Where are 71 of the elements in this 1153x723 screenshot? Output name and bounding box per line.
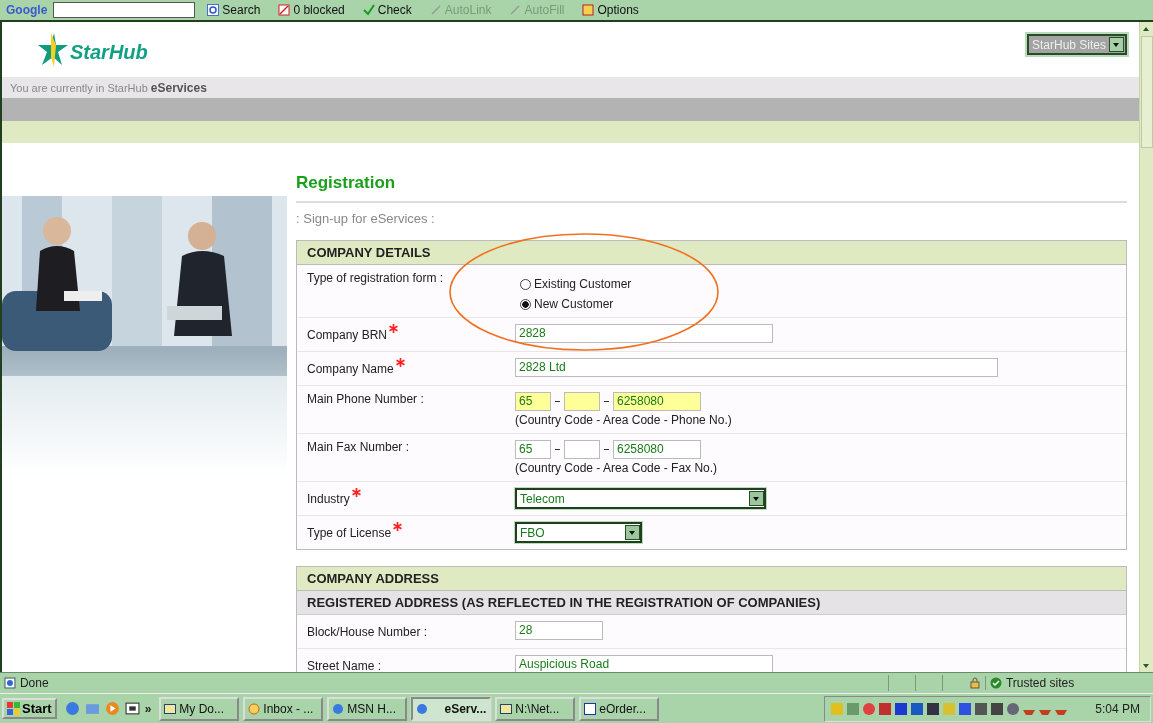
dropdown-field[interactable]: Telecom — [515, 488, 766, 509]
start-button[interactable]: Start — [2, 698, 57, 719]
breadcrumb-text: You are currently in StarHub eServices — [10, 80, 207, 95]
taskbar-button[interactable]: MSN H... — [327, 696, 408, 721]
scroll-thumb[interactable] — [1141, 36, 1153, 148]
field-label: Company Name — [307, 361, 394, 376]
radio-button[interactable] — [520, 298, 531, 310]
desktop-icon[interactable] — [124, 701, 140, 716]
taskbar-button[interactable]: N:\Net... — [495, 696, 576, 721]
search-icon — [207, 4, 220, 16]
text-field[interactable] — [564, 392, 600, 411]
star-icon — [38, 32, 68, 67]
text-field[interactable]: 6258080 — [613, 392, 701, 411]
field-label: Type of registration form : — [307, 271, 444, 285]
lock-icon — [969, 677, 981, 689]
taskbar-button[interactable]: eOrder... — [579, 696, 660, 721]
text-field[interactable]: 65 — [515, 440, 551, 459]
more-button[interactable]: » — [144, 701, 152, 716]
toolbar-button[interactable]: Options — [576, 3, 645, 17]
section-header: COMPANY ADDRESS — [297, 567, 1126, 591]
text-field[interactable]: 6258080 — [613, 440, 701, 459]
folder-icon — [164, 702, 177, 715]
globe-icon — [332, 702, 345, 715]
clock: 5:04 PM — [1095, 701, 1140, 716]
dropdown-field[interactable]: FBO — [515, 522, 642, 543]
starhub-logo[interactable]: StarHub — [38, 32, 148, 67]
folder-icon — [500, 702, 513, 715]
field-label: Main Fax Number : — [307, 440, 410, 454]
options-icon — [582, 4, 595, 16]
text-field[interactable]: 28 — [515, 621, 603, 640]
toolbar-button[interactable]: Search — [201, 3, 267, 17]
browser-icon[interactable] — [64, 701, 80, 716]
page-title: Registration — [296, 173, 1127, 203]
radio-label[interactable]: Existing Customer — [534, 277, 632, 291]
clock-icon — [248, 702, 261, 715]
status-text: Done — [19, 676, 50, 690]
field-label: Main Phone Number : — [307, 392, 424, 406]
document-icon — [584, 702, 597, 715]
scrollbar[interactable] — [1139, 22, 1153, 672]
page-subtitle: : Sign-up for eServices : — [296, 211, 435, 226]
radio-label[interactable]: New Customer — [534, 297, 614, 311]
field-label: Company BRN — [307, 327, 388, 342]
text-field[interactable]: Auspicious Road — [515, 655, 773, 672]
security-zone: Trusted sites — [1006, 676, 1075, 690]
field-label: Type of License — [307, 525, 392, 540]
field-label: Block/House Number : — [307, 624, 428, 639]
blocked-window-icon — [278, 4, 291, 16]
check-circle-icon — [990, 677, 1002, 689]
radio-button[interactable] — [520, 278, 531, 290]
text-field[interactable]: 65 — [515, 392, 551, 411]
field-label: Industry — [307, 491, 350, 506]
field-label: Street Name : — [307, 658, 382, 672]
taskbar-button[interactable]: Inbox - ... — [243, 696, 324, 721]
taskbar-button[interactable]: My Do... — [159, 696, 240, 721]
text-field[interactable]: 2828 Ltd — [515, 358, 998, 377]
windows-flag-icon — [7, 702, 20, 715]
page-icon — [4, 677, 16, 689]
text-field[interactable] — [564, 440, 600, 459]
field-hint: (Country Code - Area Code - Fax No.) — [515, 461, 718, 475]
checkmark-icon — [362, 4, 375, 16]
toolbar-button[interactable]: 0 blocked — [272, 3, 351, 17]
folder-icon[interactable] — [84, 701, 100, 716]
taskbar-button[interactable]: eServ... — [411, 696, 492, 721]
google-logo[interactable]: Google — [6, 3, 48, 17]
section-subheader: REGISTERED ADDRESS (AS REFLECTED IN THE REGISTRATION OF COMPANIES) — [297, 591, 1126, 615]
field-hint: (Country Code - Area Code - Phone No.) — [515, 413, 732, 427]
globe-icon — [416, 702, 429, 715]
section-header: COMPANY DETAILS — [297, 241, 1126, 265]
toolbar-button[interactable]: Check — [356, 3, 418, 17]
text-field[interactable]: 2828 — [515, 324, 773, 343]
search-input[interactable] — [53, 2, 196, 18]
